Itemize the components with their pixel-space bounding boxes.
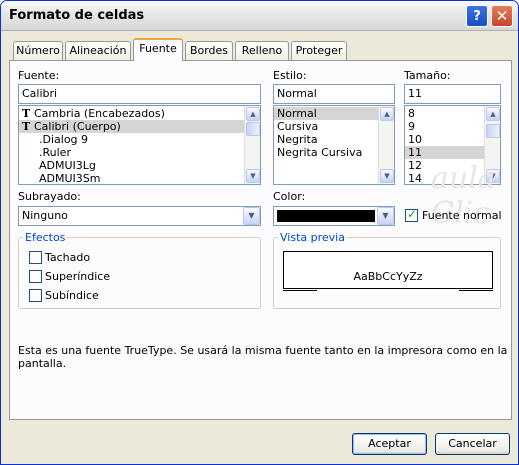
subscript-checkbox[interactable] (29, 289, 42, 302)
list-item[interactable]: Negrita (274, 133, 394, 146)
tab-fuente[interactable]: Fuente (133, 38, 183, 61)
preview-title: Vista previa (278, 231, 347, 244)
chevron-down-icon[interactable]: ▼ (377, 207, 394, 225)
preview-baseline-right (459, 290, 493, 291)
help-icon: ? (473, 8, 481, 24)
tab-numero[interactable]: Número (13, 41, 63, 60)
cancel-button[interactable]: Cancelar (435, 433, 510, 455)
superscript-label: Superíndice (45, 270, 111, 283)
scroll-down-icon[interactable]: ▼ (246, 169, 260, 183)
strikethrough-checkbox[interactable] (29, 251, 42, 264)
list-item[interactable]: .Dialog 9 (19, 133, 260, 146)
scroll-down-icon[interactable]: ▼ (380, 169, 394, 183)
list-item[interactable]: .Ruler (19, 146, 260, 159)
preview-baseline-left (283, 290, 317, 291)
tab-bordes[interactable]: Bordes (185, 41, 233, 60)
scroll-thumb[interactable] (246, 122, 260, 136)
list-item[interactable]: Negrita Cursiva (274, 146, 394, 159)
list-item[interactable]: Normal (274, 107, 394, 120)
subscript-label: Subíndice (45, 289, 99, 302)
style-list[interactable]: Normal Cursiva Negrita Negrita Cursiva ▲… (273, 105, 395, 185)
list-item[interactable]: ADMUI3Sm (19, 172, 260, 184)
scroll-thumb[interactable] (486, 124, 500, 138)
tab-proteger[interactable]: Proteger (291, 41, 347, 60)
close-button[interactable]: ✕ (491, 5, 513, 27)
scroll-up-icon[interactable]: ▲ (486, 107, 500, 121)
underline-label: Subrayado: (18, 190, 81, 203)
font-name-input[interactable]: Calibri (18, 84, 261, 104)
chevron-down-icon[interactable]: ▼ (243, 207, 260, 225)
dialog-title: Formato de celdas (9, 8, 145, 23)
style-list-scrollbar[interactable]: ▲ ▼ (378, 106, 394, 184)
preview-box: AaBbCcYyZz (283, 251, 493, 289)
preview-sample: AaBbCcYyZz (353, 270, 423, 283)
style-input[interactable]: Normal (273, 84, 395, 104)
underline-select[interactable]: Ninguno ▼ (18, 206, 261, 226)
close-icon: ✕ (495, 7, 509, 25)
normal-font-checkbox[interactable] (405, 207, 418, 222)
truetype-icon: T (22, 107, 31, 120)
ok-button[interactable]: Aceptar (352, 433, 427, 455)
scroll-up-icon[interactable]: ▲ (380, 107, 394, 121)
list-item[interactable]: T Calibri (Cuerpo) (19, 120, 260, 133)
underline-value: Ninguno (22, 209, 68, 222)
color-swatch (277, 210, 375, 222)
font-list[interactable]: T Cambria (Encabezados) T Calibri (Cuerpo)… (18, 105, 261, 185)
size-label: Tamaño: (404, 69, 451, 82)
truetype-icon: T (22, 120, 31, 133)
normal-font-label: Fuente normal (422, 209, 502, 222)
list-item[interactable]: T Cambria (Encabezados) (19, 107, 260, 120)
title-bar: Formato de celdas ? ✕ (1, 1, 518, 31)
truetype-info-text: Esta es una fuente TrueType. Se usará la… (18, 344, 508, 370)
font-label: Fuente: (18, 69, 60, 82)
style-label: Estilo: (273, 69, 307, 82)
font-list-scrollbar[interactable]: ▲ ▼ (244, 106, 260, 184)
tab-relleno[interactable]: Relleno (235, 41, 289, 60)
help-button[interactable]: ? (466, 5, 488, 27)
scroll-up-icon[interactable]: ▲ (246, 107, 260, 121)
strikethrough-label: Tachado (45, 251, 91, 264)
size-input[interactable]: 11 (404, 84, 501, 104)
effects-title: Efectos (23, 231, 68, 244)
format-cells-dialog: Formato de celdas ? ✕ Número Alineación … (0, 0, 519, 465)
superscript-checkbox[interactable] (29, 270, 42, 283)
list-item[interactable]: ADMUI3Lg (19, 159, 260, 172)
list-item[interactable]: Cursiva (274, 120, 394, 133)
color-select[interactable]: ▼ (273, 206, 395, 226)
color-label: Color: (273, 190, 306, 203)
tab-alineacion[interactable]: Alineación (65, 41, 131, 60)
